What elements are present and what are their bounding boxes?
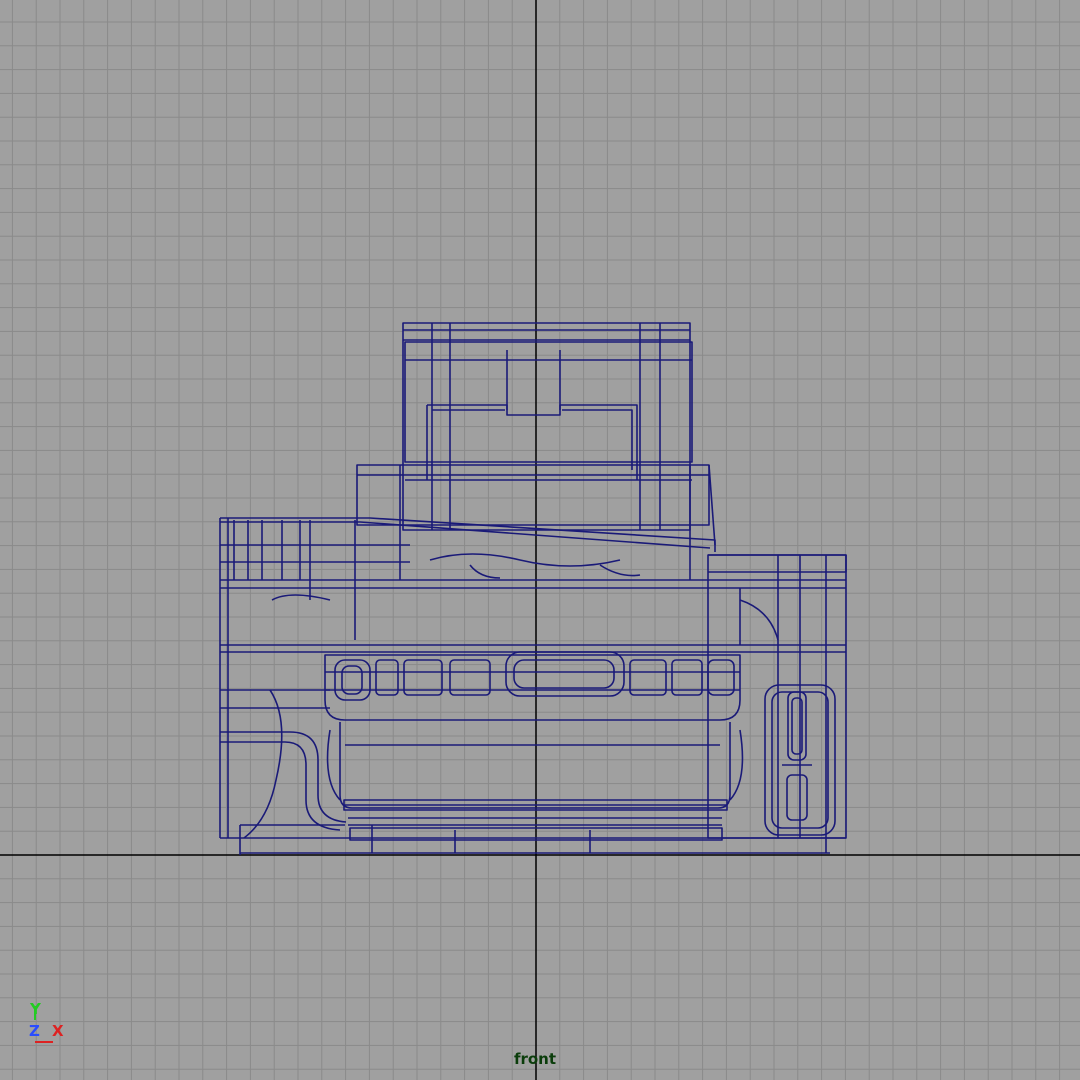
front-viewport[interactable]: Y Z X front <box>0 0 1080 1080</box>
x-axis-label: X <box>52 1022 64 1040</box>
viewport-canvas[interactable] <box>0 0 1080 1080</box>
z-axis-label: Z <box>29 1022 40 1040</box>
origin-axes <box>0 0 1080 1080</box>
camera-name-label: front <box>513 1050 557 1068</box>
y-axis-label: Y <box>30 1000 41 1018</box>
axis-orientation-indicator: Y Z X <box>27 1000 77 1048</box>
viewport-grid <box>0 0 1080 1080</box>
